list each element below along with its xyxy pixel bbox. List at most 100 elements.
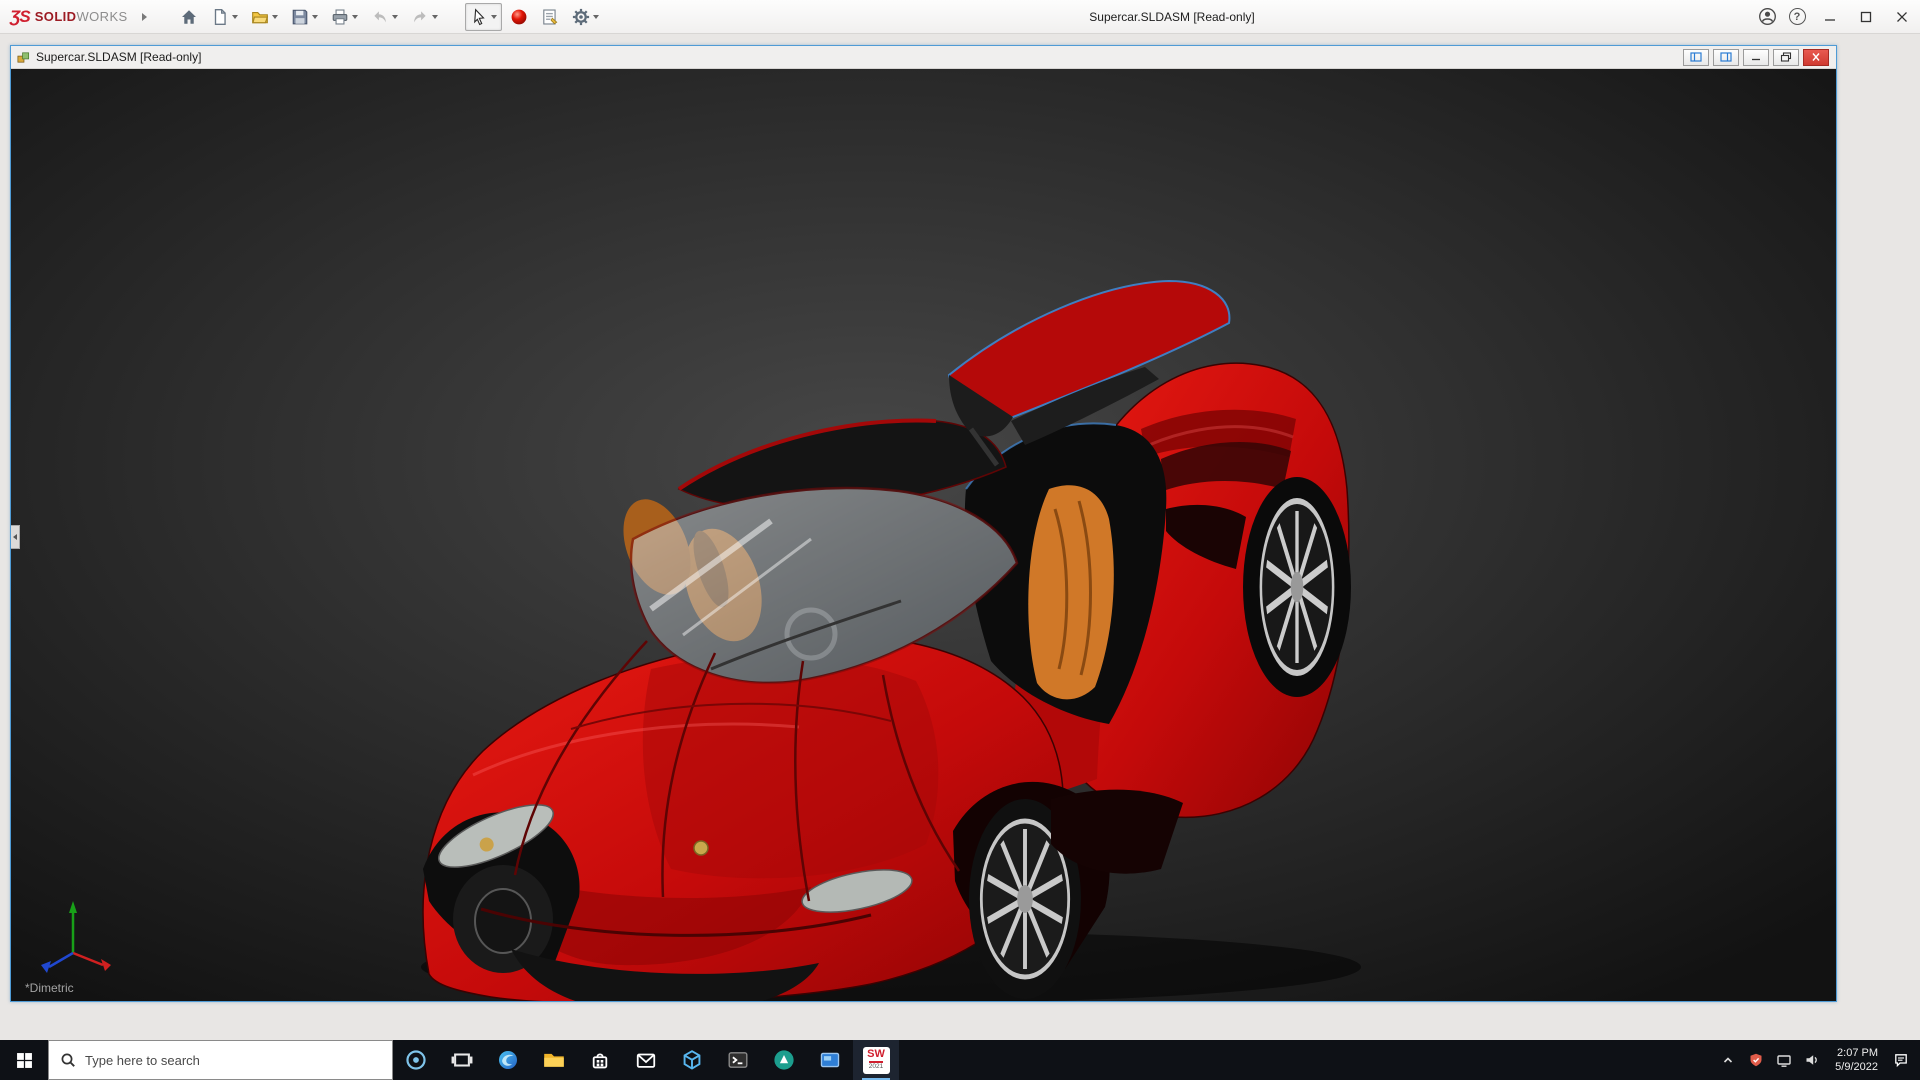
dassault-symbol-icon: ƷS: [10, 7, 30, 27]
redo-button[interactable]: [406, 3, 443, 31]
terminal-app-icon-button[interactable]: [715, 1040, 761, 1080]
teal-app-icon-button[interactable]: [761, 1040, 807, 1080]
save-icon: [291, 8, 309, 26]
quick-access-toolbar: [175, 3, 443, 31]
undo-dropdown-caret[interactable]: [392, 15, 398, 19]
network-icon: [1776, 1052, 1792, 1068]
search-icon: [60, 1052, 76, 1068]
taskbar-clock[interactable]: 2:07 PM 5/9/2022: [1826, 1046, 1887, 1074]
viewport-canvas[interactable]: [11, 69, 1836, 1001]
minimize-icon: [1750, 52, 1762, 62]
edge-browser-icon-button[interactable]: [485, 1040, 531, 1080]
app-minimize-button[interactable]: [1812, 0, 1848, 34]
windows-logo-icon: [16, 1052, 33, 1069]
open-dropdown-caret[interactable]: [272, 15, 278, 19]
redo-icon: [411, 8, 429, 26]
teal-app-icon: [773, 1049, 795, 1071]
hidden-icons-button[interactable]: [1714, 1040, 1742, 1080]
select-cursor-icon: [470, 8, 488, 26]
account-button[interactable]: [1752, 2, 1782, 32]
windows-taskbar: SW 2021: [0, 1040, 1920, 1080]
edge-icon: [497, 1049, 519, 1071]
help-button[interactable]: ?: [1782, 2, 1812, 32]
save-dropdown-caret[interactable]: [312, 15, 318, 19]
home-icon: [180, 8, 198, 26]
cortana-icon: [405, 1049, 427, 1071]
microsoft-store-icon-button[interactable]: [577, 1040, 623, 1080]
clock-date: 5/9/2022: [1835, 1060, 1878, 1074]
blue-window-app-icon-button[interactable]: [807, 1040, 853, 1080]
help-icon: ?: [1789, 8, 1806, 25]
tile-panes-left-button[interactable]: [1683, 49, 1709, 66]
3dexperience-button[interactable]: [505, 3, 533, 31]
document-window-controls: [1683, 49, 1831, 66]
security-tray-button[interactable]: [1742, 1040, 1770, 1080]
assembly-document-icon: [16, 50, 31, 65]
pane-left-icon: [1690, 52, 1702, 62]
options-button[interactable]: [567, 3, 604, 31]
new-document-button[interactable]: [206, 3, 243, 31]
redo-dropdown-caret[interactable]: [432, 15, 438, 19]
pane-right-icon: [1720, 52, 1732, 62]
document-close-button[interactable]: [1803, 49, 1829, 66]
clock-time: 2:07 PM: [1837, 1046, 1878, 1060]
select-tool-button[interactable]: [465, 3, 502, 31]
orientation-label: *Dimetric: [25, 981, 74, 995]
panel-collapse-button[interactable]: [11, 525, 20, 549]
close-icon: [1810, 52, 1822, 62]
gear-icon: [572, 8, 590, 26]
print-dropdown-caret[interactable]: [352, 15, 358, 19]
3d-cube-icon: [681, 1049, 703, 1071]
solidworks-application: ƷS SOLIDWORKS: [0, 0, 1920, 1080]
chevron-up-icon: [1720, 1052, 1736, 1068]
terminal-icon: [727, 1049, 749, 1071]
action-center-icon: [1893, 1052, 1909, 1068]
volume-icon: [1804, 1052, 1820, 1068]
home-button[interactable]: [175, 3, 203, 31]
solidworks-taskbar-icon-button[interactable]: SW 2021: [853, 1040, 899, 1080]
mail-envelope-icon: [635, 1049, 657, 1071]
cortana-button[interactable]: [393, 1040, 439, 1080]
restore-icon: [1780, 52, 1792, 62]
document-titlebar[interactable]: Supercar.SLDASM [Read-only]: [11, 46, 1836, 69]
select-dropdown-caret[interactable]: [491, 15, 497, 19]
tile-panes-right-button[interactable]: [1713, 49, 1739, 66]
minimize-icon: [1824, 11, 1836, 23]
cube-app-icon-button[interactable]: [669, 1040, 715, 1080]
app-maximize-button[interactable]: [1848, 0, 1884, 34]
document-title: Supercar.SLDASM [Read-only]: [36, 50, 201, 64]
options-dropdown-caret[interactable]: [593, 15, 599, 19]
search-input[interactable]: [85, 1053, 381, 1068]
undo-button[interactable]: [366, 3, 403, 31]
store-bag-icon: [589, 1049, 611, 1071]
solidworks-logo: ƷS SOLIDWORKS: [0, 7, 136, 27]
reference-triad: [31, 891, 115, 975]
open-folder-icon: [251, 8, 269, 26]
new-document-dropdown-caret[interactable]: [232, 15, 238, 19]
print-icon: [331, 8, 349, 26]
task-view-button[interactable]: [439, 1040, 485, 1080]
action-center-button[interactable]: [1887, 1040, 1915, 1080]
print-button[interactable]: [326, 3, 363, 31]
toolbar-expand-arrow-icon[interactable]: [142, 13, 147, 21]
close-icon: [1896, 11, 1908, 23]
document-minimize-button[interactable]: [1743, 49, 1769, 66]
task-view-icon: [451, 1049, 473, 1071]
save-button[interactable]: [286, 3, 323, 31]
brand-wordmark: SOLIDWORKS: [35, 8, 128, 26]
graphics-viewport[interactable]: *Dimetric: [11, 69, 1836, 1001]
file-explorer-icon-button[interactable]: [531, 1040, 577, 1080]
app-close-button[interactable]: [1884, 0, 1920, 34]
mail-icon-button[interactable]: [623, 1040, 669, 1080]
property-form-button[interactable]: [536, 3, 564, 31]
volume-tray-button[interactable]: [1798, 1040, 1826, 1080]
form-icon: [541, 8, 559, 26]
document-restore-button[interactable]: [1773, 49, 1799, 66]
maximize-icon: [1860, 11, 1872, 23]
network-tray-button[interactable]: [1770, 1040, 1798, 1080]
file-explorer-icon: [543, 1049, 565, 1071]
taskbar-search[interactable]: [48, 1040, 393, 1080]
open-button[interactable]: [246, 3, 283, 31]
document-window: Supercar.SLDASM [Read-only]: [10, 45, 1837, 1002]
start-button[interactable]: [0, 1040, 48, 1080]
